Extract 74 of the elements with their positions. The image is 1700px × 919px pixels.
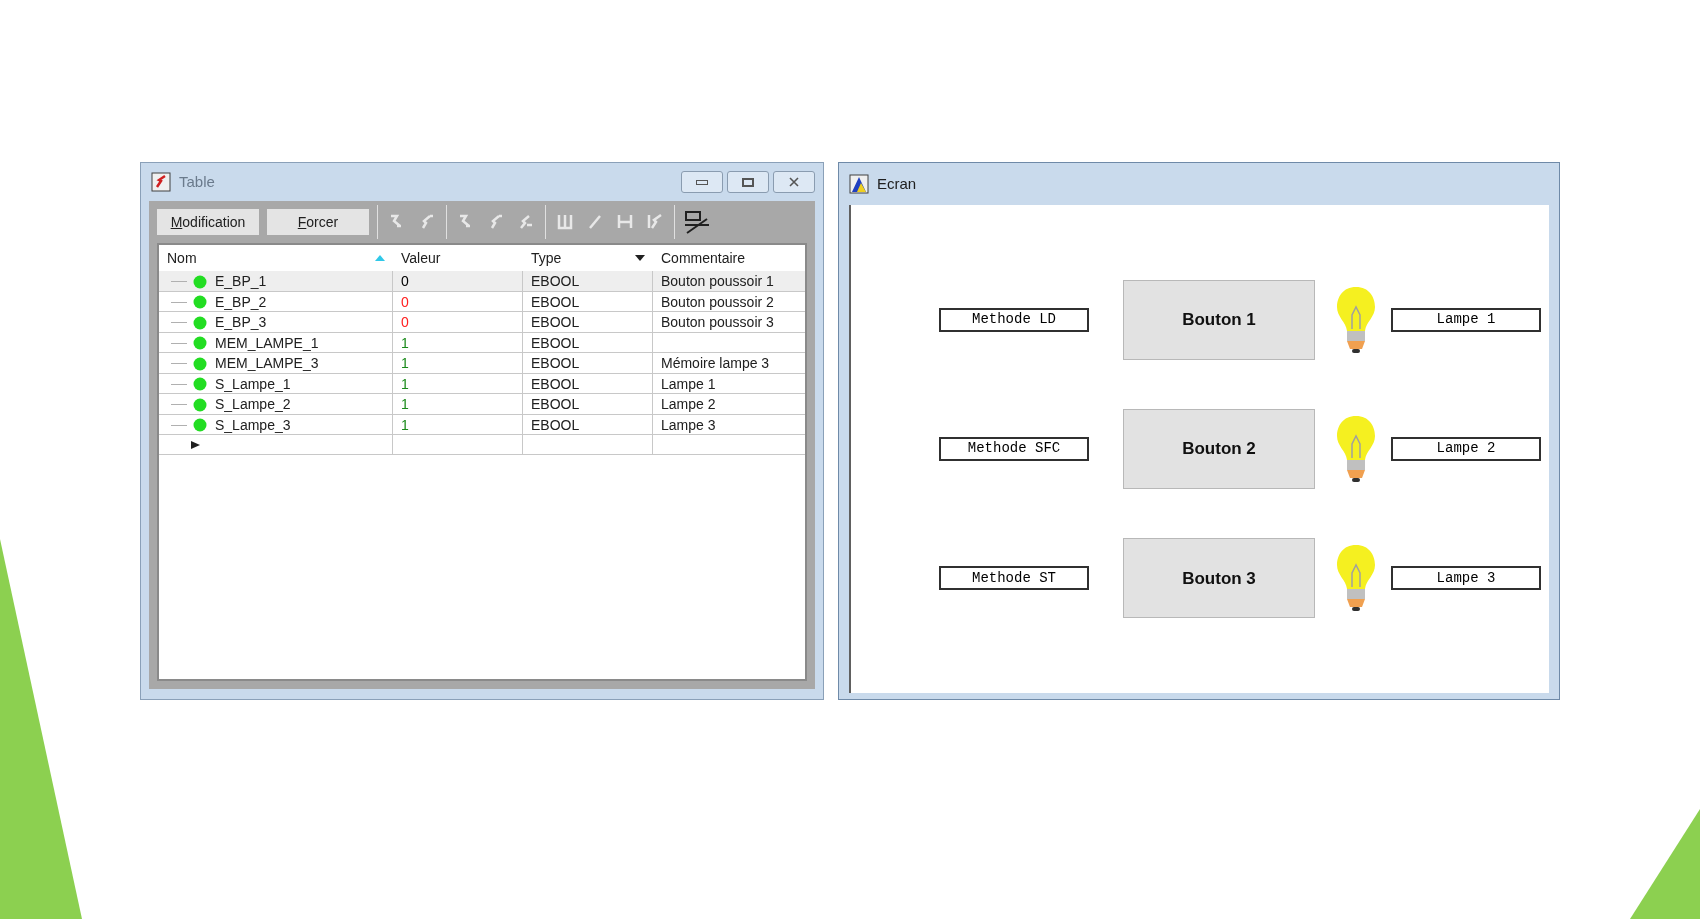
lamp-label: Lampe 3: [1391, 566, 1541, 591]
variable-name: MEM_LAMPE_1: [215, 333, 319, 353]
column-header[interactable]: Nom: [159, 245, 393, 271]
lamp-label: Lampe 1: [1391, 307, 1541, 332]
value-cell-text: 1: [401, 395, 409, 414]
comment-cell-text: Lampe 3: [661, 415, 716, 435]
status-dot-icon: [193, 356, 207, 371]
table-row[interactable]: S_Lampe_2 1 EBOOL Lampe 2: [159, 394, 805, 415]
type-cell-text: EBOOL: [531, 374, 580, 394]
display-toggle-icon[interactable]: [683, 209, 711, 235]
type-cell-text: EBOOL: [531, 415, 580, 435]
push-button[interactable]: Bouton 1: [1123, 279, 1315, 360]
push-button[interactable]: Bouton 2: [1123, 409, 1315, 489]
status-dot-icon: [193, 274, 207, 289]
push-button[interactable]: Bouton 3: [1123, 538, 1315, 619]
table-row[interactable]: E_BP_3 0 EBOOL Bouton poussoir 3: [159, 312, 805, 333]
table-row[interactable]: S_Lampe_3 1 EBOOL Lampe 3: [159, 414, 805, 435]
variable-name: S_Lampe_2: [215, 395, 291, 414]
column-header[interactable]: Type: [523, 245, 653, 271]
comment-cell-text: Bouton poussoir 1: [661, 272, 774, 291]
table-row[interactable]: E_BP_2 0 EBOOL Bouton poussoir 2: [159, 291, 805, 312]
table-row[interactable]: S_Lampe_1 1 EBOOL Lampe 1: [159, 373, 805, 394]
app-icon: [151, 172, 171, 192]
column-header[interactable]: Commentaire: [653, 245, 805, 271]
status-dot-icon: [193, 295, 207, 309]
status-dot-icon: [193, 397, 207, 412]
comment-cell-text: Mémoire lampe 3: [661, 354, 770, 373]
minimize-button[interactable]: [681, 171, 723, 193]
column-header[interactable]: Valeur: [393, 245, 523, 271]
close-button[interactable]: [773, 171, 815, 193]
value-cell-text: 1: [401, 374, 409, 394]
status-dot-icon: [193, 377, 207, 391]
value-cell-text: 1: [401, 333, 409, 353]
comment-cell-text: Bouton poussoir 3: [661, 313, 774, 332]
window-title: Ecran: [877, 173, 917, 194]
comment-cell-text: Bouton poussoir 2: [661, 292, 774, 312]
close-icon: [789, 177, 799, 187]
variable-name: E_BP_3: [215, 313, 267, 332]
value-cell-text: 1: [401, 354, 409, 373]
app-icon: [849, 174, 869, 194]
variable-name: S_Lampe_1: [215, 374, 291, 394]
variable-name: E_BP_2: [215, 292, 267, 312]
method-label: Methode SFC: [939, 437, 1089, 461]
sort-ascending-icon: [375, 255, 385, 261]
value-cell-text: 1: [401, 415, 409, 435]
type-cell-text: EBOOL: [531, 333, 580, 353]
type-cell-text: EBOOL: [531, 292, 580, 312]
table-row[interactable]: MEM_LAMPE_1 1 EBOOL: [159, 332, 805, 353]
status-dot-icon: [193, 315, 207, 330]
dropdown-icon: [635, 255, 645, 261]
method-label: Methode LD: [939, 307, 1089, 332]
type-cell-text: EBOOL: [531, 313, 580, 332]
toolbar-button[interactable]: Forcer: [267, 209, 369, 235]
maximize-button[interactable]: [727, 171, 769, 193]
status-dot-icon: [193, 418, 207, 432]
variable-name: E_BP_1: [215, 272, 267, 291]
method-label: Methode ST: [939, 566, 1089, 591]
value-cell-text: 0: [401, 313, 409, 332]
comment-cell-text: Lampe 2: [661, 395, 716, 414]
status-dot-icon: [193, 336, 207, 350]
table-row[interactable]: MEM_LAMPE_3 1 EBOOL Mémoire lampe 3: [159, 353, 805, 374]
toolbar-button[interactable]: Modification: [157, 209, 259, 235]
type-cell-text: EBOOL: [531, 354, 580, 373]
variable-name: MEM_LAMPE_3: [215, 354, 319, 373]
table-row[interactable]: E_BP_1 0 EBOOL Bouton poussoir 1: [159, 271, 805, 292]
comment-cell-text: Lampe 1: [661, 374, 716, 394]
window-title: Table: [179, 171, 215, 192]
value-cell-text: 0: [401, 272, 409, 291]
type-cell-text: EBOOL: [531, 395, 580, 414]
value-cell-text: 0: [401, 292, 409, 312]
variable-name: S_Lampe_3: [215, 415, 291, 435]
new-row-arrow-icon: [191, 440, 200, 449]
lamp-label: Lampe 2: [1391, 437, 1541, 461]
type-cell-text: EBOOL: [531, 272, 580, 291]
